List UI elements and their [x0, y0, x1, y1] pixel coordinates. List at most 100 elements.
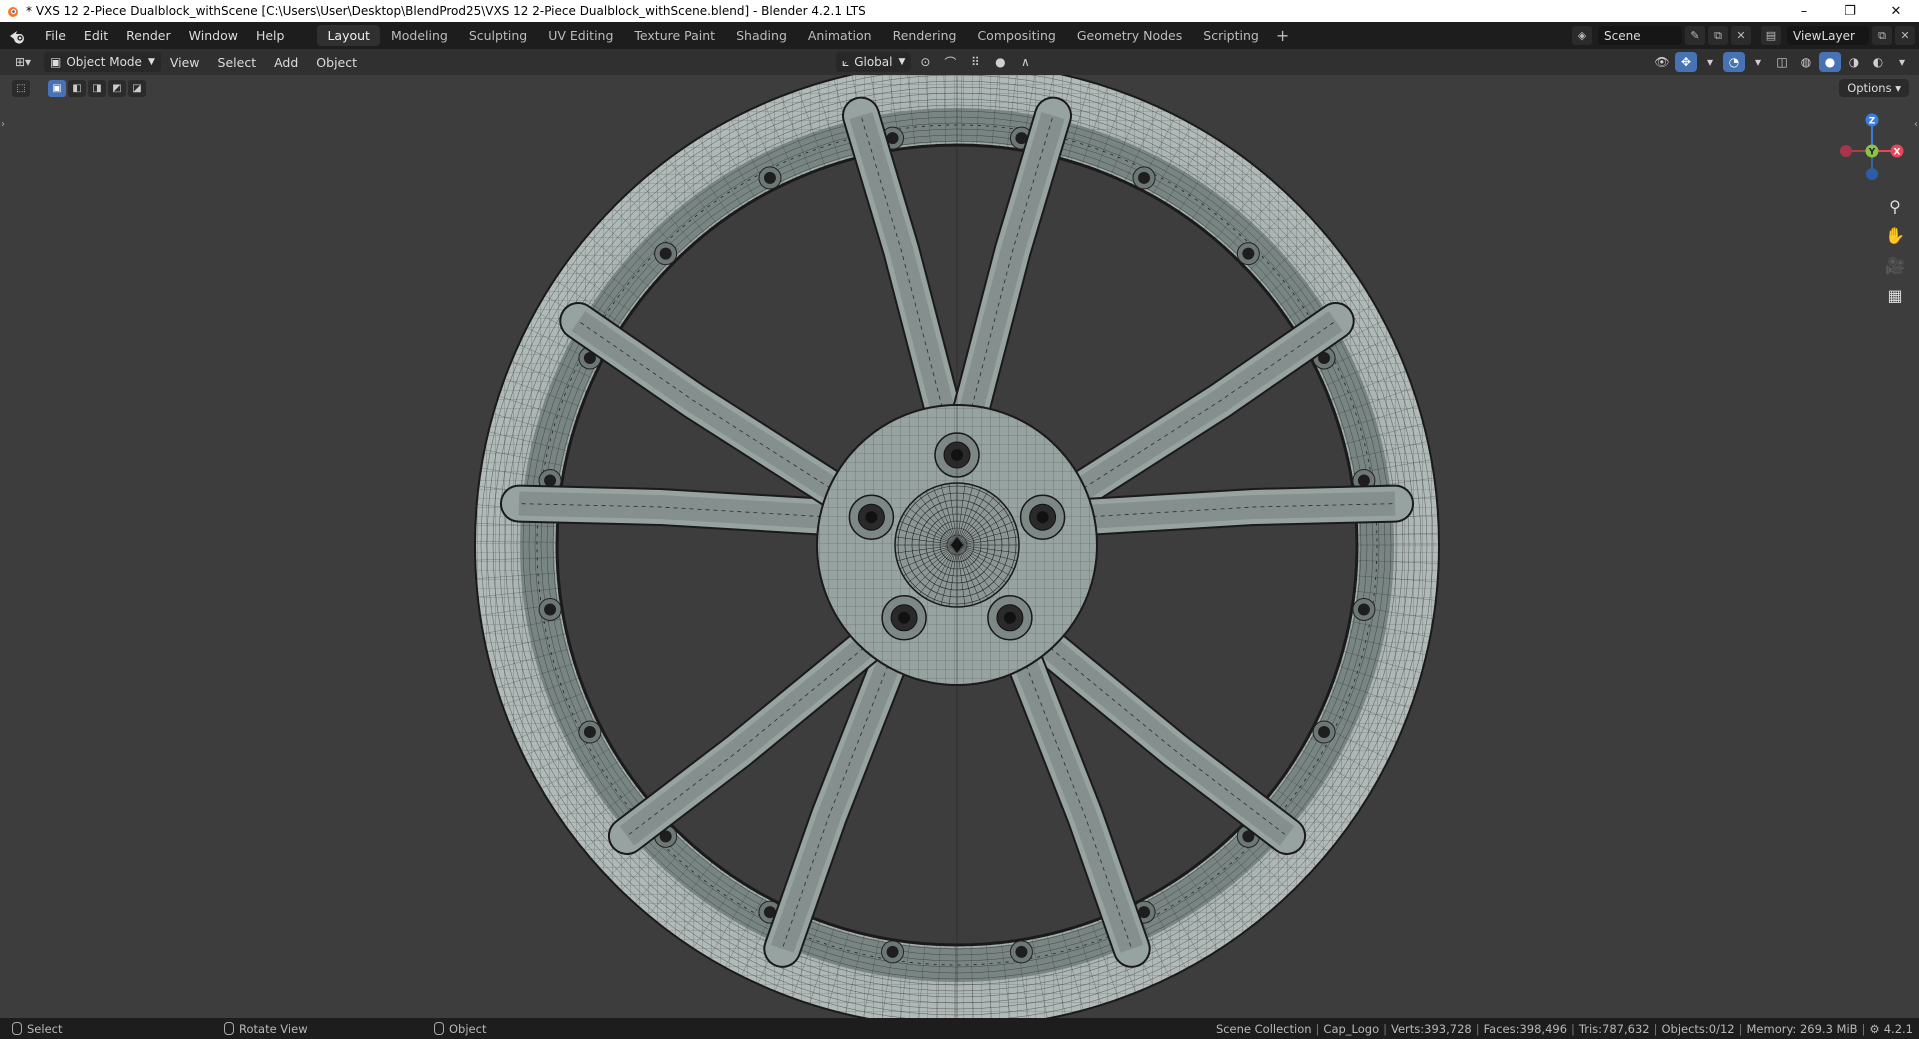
blender-logo-icon[interactable]: [8, 26, 28, 46]
pin-scene-icon[interactable]: ✎: [1685, 26, 1705, 45]
stat-active-object: Cap_Logo: [1323, 1021, 1380, 1036]
gizmo-neg-z-axis[interactable]: [1866, 168, 1878, 180]
minimize-button[interactable]: –: [1781, 0, 1827, 22]
orientation-label: Global: [854, 55, 893, 69]
xray-toggle-icon[interactable]: ◫: [1771, 52, 1793, 72]
viewlayer-field[interactable]: ViewLayer: [1787, 26, 1869, 45]
material-shading-icon[interactable]: ◑: [1843, 52, 1865, 72]
tab-rendering[interactable]: Rendering: [883, 25, 967, 46]
tab-geometry-nodes[interactable]: Geometry Nodes: [1067, 25, 1192, 46]
menu-file[interactable]: File: [36, 22, 75, 49]
gizmo-neg-x-axis[interactable]: [1840, 145, 1852, 157]
status-object: Object: [434, 1022, 486, 1036]
wireframe-shading-icon[interactable]: ◍: [1795, 52, 1817, 72]
restore-button[interactable]: ❐: [1827, 0, 1873, 22]
pivot-point-icon[interactable]: ⊙: [914, 52, 936, 72]
select-invert-icon[interactable]: ◩: [108, 80, 126, 97]
menu-view[interactable]: View: [161, 55, 209, 70]
stat-tris: Tris:787,632: [1578, 1021, 1650, 1036]
tab-scripting[interactable]: Scripting: [1193, 25, 1269, 46]
delete-viewlayer-icon[interactable]: ✕: [1895, 26, 1915, 45]
select-subtract-icon[interactable]: ◨: [88, 80, 106, 97]
scene-browse-icon[interactable]: ◈: [1572, 26, 1592, 45]
tab-shading[interactable]: Shading: [726, 25, 797, 46]
tab-sculpting[interactable]: Sculpting: [459, 25, 537, 46]
status-select-label: Select: [27, 1021, 63, 1036]
gpu-icon: ⚙: [1869, 1021, 1880, 1036]
toolbar-expand-icon[interactable]: ›: [1, 119, 5, 130]
zoom-icon[interactable]: ⚲: [1883, 194, 1907, 218]
falloff-icon[interactable]: ∧: [1014, 52, 1036, 72]
menu-window[interactable]: Window: [180, 22, 247, 49]
navigation-gizmo[interactable]: Z X Y: [1837, 108, 1907, 188]
snap-target-icon[interactable]: ⠿: [964, 52, 986, 72]
select-new-icon[interactable]: ▣: [48, 80, 66, 97]
shading-dropdown-icon[interactable]: ▾: [1891, 52, 1913, 72]
menu-add[interactable]: Add: [265, 55, 307, 70]
grid-icon[interactable]: ▦: [1883, 283, 1907, 307]
window-title: * VXS 12 2-Piece Dualblock_withScene [C:…: [26, 4, 866, 18]
status-rotate-label: Rotate View: [239, 1021, 308, 1036]
tab-modeling[interactable]: Modeling: [381, 25, 458, 46]
menu-object[interactable]: Object: [307, 55, 366, 70]
viewlayer-name: ViewLayer: [1793, 28, 1855, 43]
tab-texture-paint[interactable]: Texture Paint: [624, 25, 725, 46]
mode-dropdown[interactable]: ▣ Object Mode ▼: [44, 52, 161, 72]
chevron-down-icon: ▼: [898, 57, 906, 67]
3d-viewport[interactable]: › ‹: [0, 75, 1919, 1018]
blender-logo-icon: [8, 7, 18, 17]
orientation-dropdown[interactable]: ⟀ Global ▼: [836, 52, 912, 72]
stat-verts: Verts:393,728: [1391, 1021, 1472, 1036]
menu-select[interactable]: Select: [209, 55, 266, 70]
scene-name: Scene: [1604, 28, 1641, 43]
scene-name-field[interactable]: Scene: [1598, 26, 1682, 45]
stat-memory: Memory: 269.3 MiB: [1746, 1021, 1858, 1036]
options-dropdown[interactable]: Options ▾: [1839, 79, 1909, 97]
proportional-edit-icon[interactable]: ●: [989, 52, 1011, 72]
tab-animation[interactable]: Animation: [798, 25, 882, 46]
tab-uv-editing[interactable]: UV Editing: [538, 25, 623, 46]
select-extend-icon[interactable]: ◧: [68, 80, 86, 97]
scene-statistics: Scene Collection | Cap_Logo | Verts:393,72…: [1215, 1021, 1913, 1036]
window-titlebar: * VXS 12 2-Piece Dualblock_withScene [C:…: [0, 0, 1919, 22]
snap-toggle-icon[interactable]: ⌒: [939, 52, 961, 72]
status-rotate: Rotate View: [224, 1022, 308, 1036]
viewlayer-browse-icon[interactable]: ▤: [1761, 26, 1781, 45]
svg-text:Z: Z: [1869, 117, 1876, 127]
rendered-shading-icon[interactable]: ◐: [1867, 52, 1889, 72]
status-bar: Select Rotate View Object Scene Collecti…: [0, 1018, 1919, 1039]
workspace-tabs: Layout Modeling Sculpting UV Editing Tex…: [317, 22, 1295, 49]
visibility-icon[interactable]: 👁: [1651, 52, 1673, 72]
close-button[interactable]: ✕: [1873, 0, 1919, 22]
menu-render[interactable]: Render: [117, 22, 180, 49]
stat-objects: Objects:0/12: [1661, 1021, 1735, 1036]
stat-faces: Faces:398,496: [1483, 1021, 1568, 1036]
solid-shading-icon[interactable]: ●: [1819, 52, 1841, 72]
hand-icon[interactable]: ✋: [1883, 223, 1907, 247]
sidebar-expand-icon[interactable]: ‹: [1914, 119, 1918, 130]
new-scene-icon[interactable]: ⧉: [1708, 26, 1728, 45]
tab-compositing[interactable]: Compositing: [967, 25, 1065, 46]
mode-label: Object Mode: [66, 55, 142, 69]
viewport-header: ⊞▾ ▣ Object Mode ▼ View Select Add Objec…: [0, 49, 1919, 75]
overlay-toggle-icon[interactable]: ◔: [1723, 52, 1745, 72]
new-viewlayer-icon[interactable]: ⧉: [1872, 26, 1892, 45]
camera-icon[interactable]: 🎥: [1883, 253, 1907, 277]
wheel-wireframe-model[interactable]: [0, 75, 1919, 1018]
select-mode-toolbar: ⬚ ▣ ◧ ◨ ◩ ◪: [12, 80, 146, 97]
gizmo-toggle-icon[interactable]: ✥: [1675, 52, 1697, 72]
scene-selectors: ◈ Scene ✎ ⧉ ✕ ▤ ViewLayer ⧉ ✕: [1569, 22, 1919, 49]
overlay-dropdown-icon[interactable]: ▾: [1747, 52, 1769, 72]
cursor-icon[interactable]: ⬚: [12, 80, 30, 97]
menu-help[interactable]: Help: [247, 22, 294, 49]
delete-scene-icon[interactable]: ✕: [1731, 26, 1751, 45]
menu-edit[interactable]: Edit: [75, 22, 117, 49]
tab-layout[interactable]: Layout: [317, 25, 380, 46]
mouse-middle-icon: [224, 1022, 234, 1035]
editor-type-icon[interactable]: ⊞▾: [8, 52, 38, 72]
options-label: Options: [1847, 81, 1892, 95]
viewport-display-tools: 👁 ✥ ▾ ◔ ▾ ◫ ◍ ● ◑ ◐ ▾: [1651, 52, 1913, 72]
select-intersect-icon[interactable]: ◪: [128, 80, 146, 97]
add-workspace-button[interactable]: +: [1270, 26, 1295, 45]
gizmo-dropdown-icon[interactable]: ▾: [1699, 52, 1721, 72]
